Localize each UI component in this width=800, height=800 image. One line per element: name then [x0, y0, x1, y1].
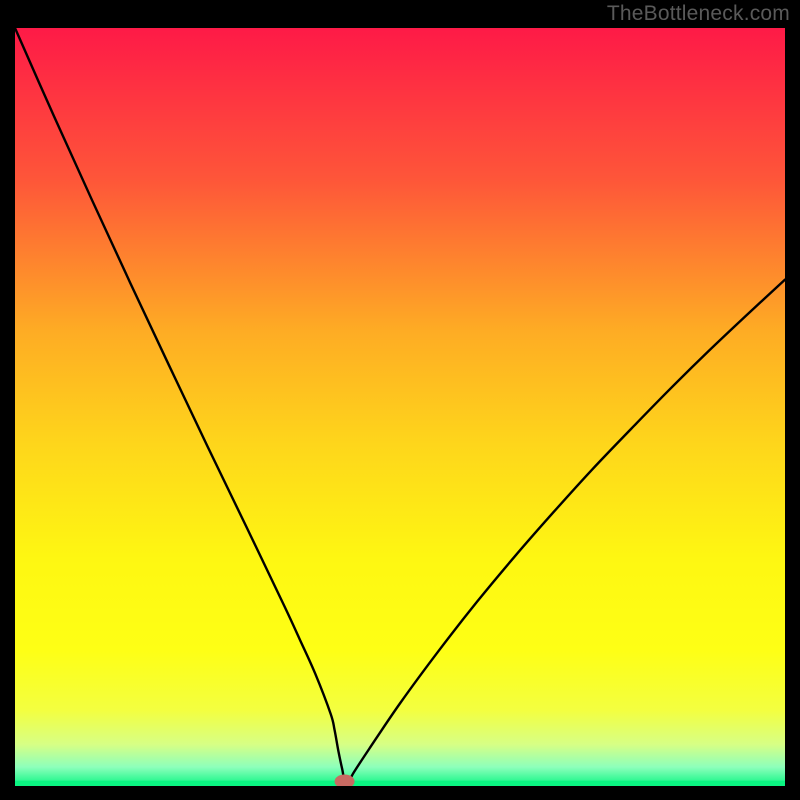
watermark-text: TheBottleneck.com [607, 2, 790, 26]
chart-svg [15, 28, 785, 786]
chart-background [15, 28, 785, 786]
chart-frame: TheBottleneck.com [0, 0, 800, 800]
plot-area [15, 28, 785, 786]
bottom-band [15, 781, 785, 786]
